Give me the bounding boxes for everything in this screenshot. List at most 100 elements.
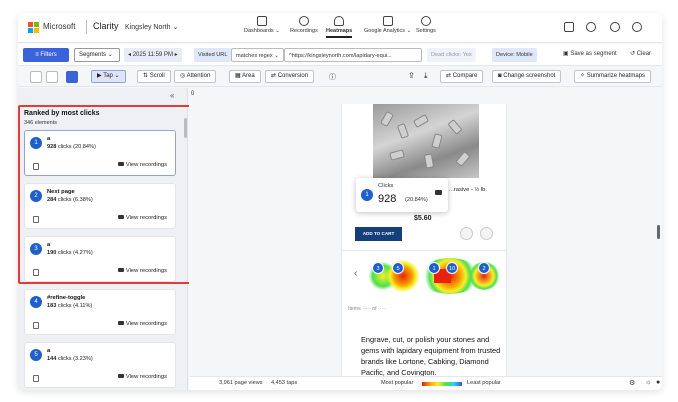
info-icon[interactable]: ●: [656, 379, 660, 386]
nav-settings[interactable]: Settings: [416, 16, 436, 34]
nav-label: Settings: [416, 28, 436, 34]
match-type-dropdown[interactable]: matches regex ⌄: [231, 48, 284, 62]
chevron-down-icon: ⌄: [172, 24, 179, 31]
analytics-icon: [382, 16, 393, 26]
filters-button[interactable]: ≡ Filters: [23, 48, 69, 62]
account-avatar-icon[interactable]: [632, 22, 642, 32]
nav-label: Google Analytics: [364, 28, 405, 34]
heat-rank-badge[interactable]: 10: [446, 262, 458, 274]
chevron-left-icon: ◂: [128, 52, 132, 58]
tablet-device-icon[interactable]: [46, 71, 58, 83]
desktop-device-icon[interactable]: [30, 71, 42, 83]
taps-count: 4,453 taps: [271, 380, 298, 386]
view-recordings-link[interactable]: View recordings: [117, 321, 167, 327]
area-label: Area: [242, 73, 255, 79]
scroll-mode-button[interactable]: ⇅ Scroll: [137, 70, 171, 83]
nav-google-analytics[interactable]: Google Analytics ⌄: [364, 16, 411, 34]
help-icon[interactable]: [586, 22, 596, 32]
least-popular-label: Least popular: [467, 380, 501, 386]
share-icon[interactable]: ⇪: [408, 71, 415, 80]
settings-sliders-icon[interactable]: ⚙: [629, 379, 635, 387]
app-name[interactable]: Clarity: [93, 21, 119, 31]
mobile-device-icon[interactable]: [66, 71, 78, 83]
faint-pagination-text: Items ····· of ·····: [348, 306, 387, 312]
download-icon[interactable]: ⤓: [424, 71, 428, 81]
attention-mode-button[interactable]: ◎ Attention: [174, 70, 217, 83]
save-icon: ▣: [563, 51, 569, 57]
canvas-scrollbar[interactable]: [657, 225, 660, 239]
share-people-icon[interactable]: [564, 22, 574, 32]
heat-rank-badge[interactable]: 5: [392, 262, 404, 274]
url-regex-input[interactable]: ^https://kingsleynorth.com/lapidary-equi…: [284, 48, 422, 62]
nav-label: Recordings: [290, 28, 318, 34]
most-popular-label: Most popular: [381, 380, 414, 386]
save-segment-label: Save as segment: [570, 51, 617, 57]
element-name: #refine-toggle: [47, 295, 86, 301]
product-image: [373, 104, 479, 178]
mobile-page-preview: 1 Clicks 928 (20.84%) ...rasive - ½ lb. …: [341, 104, 507, 376]
element-clicks: 144 clicks (3.23%): [47, 356, 93, 362]
segments-dropdown[interactable]: Segments ⌄: [74, 48, 120, 62]
attention-label: Attention: [186, 73, 211, 79]
chevron-left-icon[interactable]: ‹: [354, 268, 357, 279]
element-clicks: 183 clicks (4.11%): [47, 303, 93, 309]
nav-heatmaps[interactable]: Heatmaps: [326, 16, 352, 38]
filter-icon: ≡: [35, 52, 39, 58]
video-icon[interactable]: [435, 190, 442, 195]
match-type-label: matches regex: [236, 53, 273, 59]
view-recordings-link[interactable]: View recordings: [117, 374, 167, 380]
gear-icon: [420, 16, 431, 26]
brand-name: Microsoft: [43, 22, 76, 31]
info-icon[interactable]: [610, 22, 620, 32]
section-divider: [342, 250, 506, 251]
summarize-heatmaps-button[interactable]: ✧ Summarize heatmaps: [574, 70, 652, 83]
rank-badge: 5: [30, 349, 42, 361]
conversion-mode-button[interactable]: ⇄ Conversion: [265, 70, 315, 83]
tap-label: Tap: [103, 73, 113, 79]
dashboard-icon: [256, 16, 267, 26]
compare-button[interactable]: ⇄ Compare: [440, 70, 484, 83]
heatmap-toolbar: ▶ Tap ⌄ ⇅ Scroll ◎ Attention ▦ Area ⇄ Co…: [18, 67, 662, 87]
heat-rank-badge[interactable]: 1: [428, 262, 440, 274]
nav-dashboards[interactable]: Dashboards ⌄: [244, 16, 280, 34]
clear-button[interactable]: ↺ Clear: [630, 50, 651, 57]
copy-icon[interactable]: [33, 322, 39, 329]
ranked-element-card[interactable]: 5 a 144 clicks (3.23%) View recordings: [24, 342, 176, 388]
tap-mode-button[interactable]: ▶ Tap ⌄: [91, 70, 126, 83]
dead-clicks-chip[interactable]: Dead clicks: Yes: [427, 48, 476, 62]
area-icon: ▦: [235, 73, 241, 79]
add-to-cart-button[interactable]: ADD TO CART: [355, 227, 402, 241]
scroll-depth-marker: 0: [191, 91, 195, 97]
change-screenshot-button[interactable]: ◙ Change screenshot: [492, 70, 562, 83]
device-chip[interactable]: Device: Mobile: [492, 48, 537, 62]
video-icon: [117, 374, 124, 378]
theme-toggle-icon[interactable]: ☼: [645, 379, 651, 386]
area-mode-button[interactable]: ▦ Area: [229, 70, 261, 83]
heatmap-canvas: 0 1 Clicks 928 (20.84%) ...rasive - ½ lb…: [189, 88, 662, 376]
collapse-panel-icon[interactable]: «: [170, 91, 174, 100]
project-name: Kingsley North: [125, 24, 171, 31]
heat-rank-badge[interactable]: 2: [478, 262, 490, 274]
heat-rank-badge[interactable]: 3: [372, 262, 384, 274]
visited-url-label: Visited URL: [198, 52, 228, 58]
date-range-chip[interactable]: ◂ 2025 11:59 PM ▸: [124, 48, 182, 62]
ranked-element-card[interactable]: 4 #refine-toggle 183 clicks (4.11%) View…: [24, 289, 176, 335]
rank-badge: 4: [30, 296, 42, 308]
info-icon[interactable]: ⓘ: [329, 72, 336, 82]
video-icon: [117, 321, 124, 325]
heart-icon[interactable]: [460, 227, 473, 240]
chevron-down-icon: ⌄: [107, 52, 113, 58]
microsoft-logo-icon: [28, 22, 39, 33]
rank-badge: 1: [361, 189, 373, 201]
product-price: $5.60: [414, 215, 432, 222]
copy-icon[interactable]: [33, 375, 39, 382]
save-segment-button[interactable]: ▣ Save as segment: [563, 50, 617, 57]
chevron-right-icon: ▸: [174, 52, 178, 58]
element-name: a: [47, 348, 51, 354]
conversion-label: Conversion: [277, 73, 309, 79]
project-switcher[interactable]: Kingsley North ⌄: [125, 23, 178, 31]
visited-url-chip[interactable]: Visited URL: [194, 48, 232, 62]
chevron-down-icon: ⌄: [114, 73, 120, 79]
nav-recordings[interactable]: Recordings: [290, 16, 318, 34]
compare-scale-icon[interactable]: [480, 227, 493, 240]
